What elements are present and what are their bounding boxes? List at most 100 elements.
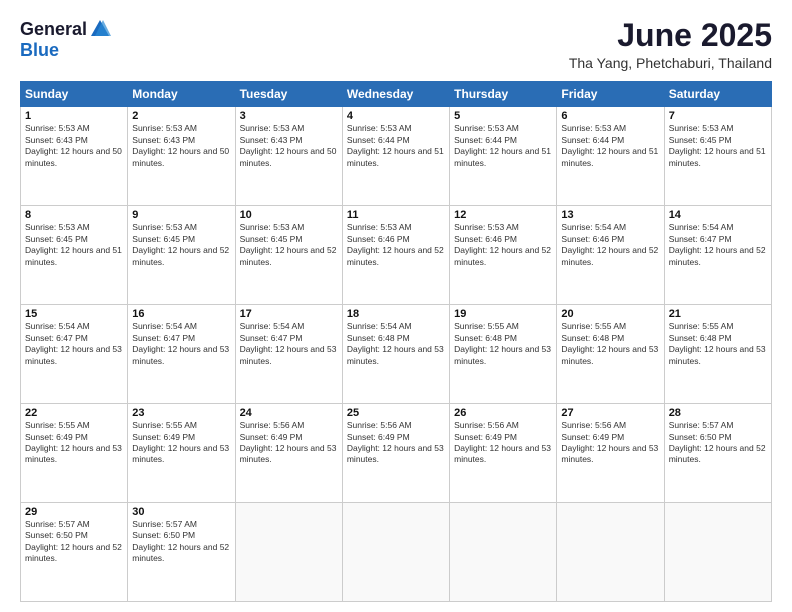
calendar-table: Sunday Monday Tuesday Wednesday Thursday…	[20, 81, 772, 602]
calendar-cell: 20 Sunrise: 5:55 AMSunset: 6:48 PMDaylig…	[557, 305, 664, 404]
calendar-cell: 21 Sunrise: 5:55 AMSunset: 6:48 PMDaylig…	[664, 305, 771, 404]
day-number: 21	[669, 308, 767, 320]
calendar-cell	[664, 503, 771, 602]
calendar-cell: 17 Sunrise: 5:54 AMSunset: 6:47 PMDaylig…	[235, 305, 342, 404]
day-number: 26	[454, 407, 552, 419]
day-number: 30	[132, 506, 230, 518]
day-info: Sunrise: 5:53 AMSunset: 6:46 PMDaylight:…	[347, 222, 445, 268]
day-info: Sunrise: 5:53 AMSunset: 6:45 PMDaylight:…	[25, 222, 123, 268]
day-number: 14	[669, 209, 767, 221]
day-number: 5	[454, 110, 552, 122]
calendar-cell: 4 Sunrise: 5:53 AMSunset: 6:44 PMDayligh…	[342, 107, 449, 206]
col-sunday: Sunday	[21, 82, 128, 107]
calendar-cell: 24 Sunrise: 5:56 AMSunset: 6:49 PMDaylig…	[235, 404, 342, 503]
header: General Blue June 2025 Tha Yang, Phetcha…	[20, 18, 772, 71]
calendar-cell: 23 Sunrise: 5:55 AMSunset: 6:49 PMDaylig…	[128, 404, 235, 503]
day-number: 24	[240, 407, 338, 419]
calendar-cell: 29 Sunrise: 5:57 AMSunset: 6:50 PMDaylig…	[21, 503, 128, 602]
day-number: 11	[347, 209, 445, 221]
calendar-cell: 14 Sunrise: 5:54 AMSunset: 6:47 PMDaylig…	[664, 206, 771, 305]
calendar-cell: 26 Sunrise: 5:56 AMSunset: 6:49 PMDaylig…	[450, 404, 557, 503]
day-number: 7	[669, 110, 767, 122]
day-info: Sunrise: 5:57 AMSunset: 6:50 PMDaylight:…	[669, 420, 767, 466]
col-friday: Friday	[557, 82, 664, 107]
calendar-cell: 18 Sunrise: 5:54 AMSunset: 6:48 PMDaylig…	[342, 305, 449, 404]
day-number: 13	[561, 209, 659, 221]
day-number: 23	[132, 407, 230, 419]
day-number: 25	[347, 407, 445, 419]
col-monday: Monday	[128, 82, 235, 107]
calendar-cell: 10 Sunrise: 5:53 AMSunset: 6:45 PMDaylig…	[235, 206, 342, 305]
day-info: Sunrise: 5:54 AMSunset: 6:47 PMDaylight:…	[669, 222, 767, 268]
col-tuesday: Tuesday	[235, 82, 342, 107]
day-info: Sunrise: 5:54 AMSunset: 6:47 PMDaylight:…	[25, 321, 123, 367]
calendar-cell: 1 Sunrise: 5:53 AMSunset: 6:43 PMDayligh…	[21, 107, 128, 206]
day-info: Sunrise: 5:55 AMSunset: 6:49 PMDaylight:…	[132, 420, 230, 466]
day-number: 1	[25, 110, 123, 122]
day-info: Sunrise: 5:55 AMSunset: 6:48 PMDaylight:…	[561, 321, 659, 367]
week-row-4: 22 Sunrise: 5:55 AMSunset: 6:49 PMDaylig…	[21, 404, 772, 503]
day-info: Sunrise: 5:55 AMSunset: 6:48 PMDaylight:…	[454, 321, 552, 367]
day-number: 28	[669, 407, 767, 419]
day-info: Sunrise: 5:53 AMSunset: 6:43 PMDaylight:…	[240, 123, 338, 169]
calendar-cell: 28 Sunrise: 5:57 AMSunset: 6:50 PMDaylig…	[664, 404, 771, 503]
calendar-cell: 15 Sunrise: 5:54 AMSunset: 6:47 PMDaylig…	[21, 305, 128, 404]
day-number: 20	[561, 308, 659, 320]
day-info: Sunrise: 5:53 AMSunset: 6:43 PMDaylight:…	[132, 123, 230, 169]
day-number: 10	[240, 209, 338, 221]
day-number: 15	[25, 308, 123, 320]
calendar-cell	[342, 503, 449, 602]
day-number: 2	[132, 110, 230, 122]
day-info: Sunrise: 5:53 AMSunset: 6:44 PMDaylight:…	[561, 123, 659, 169]
calendar-cell: 22 Sunrise: 5:55 AMSunset: 6:49 PMDaylig…	[21, 404, 128, 503]
day-info: Sunrise: 5:53 AMSunset: 6:45 PMDaylight:…	[132, 222, 230, 268]
calendar-cell: 6 Sunrise: 5:53 AMSunset: 6:44 PMDayligh…	[557, 107, 664, 206]
day-number: 6	[561, 110, 659, 122]
calendar-cell: 3 Sunrise: 5:53 AMSunset: 6:43 PMDayligh…	[235, 107, 342, 206]
day-info: Sunrise: 5:56 AMSunset: 6:49 PMDaylight:…	[240, 420, 338, 466]
day-info: Sunrise: 5:53 AMSunset: 6:44 PMDaylight:…	[347, 123, 445, 169]
calendar-cell	[557, 503, 664, 602]
day-info: Sunrise: 5:53 AMSunset: 6:46 PMDaylight:…	[454, 222, 552, 268]
calendar-cell: 12 Sunrise: 5:53 AMSunset: 6:46 PMDaylig…	[450, 206, 557, 305]
calendar-cell: 16 Sunrise: 5:54 AMSunset: 6:47 PMDaylig…	[128, 305, 235, 404]
day-info: Sunrise: 5:53 AMSunset: 6:45 PMDaylight:…	[669, 123, 767, 169]
day-number: 17	[240, 308, 338, 320]
calendar-cell: 11 Sunrise: 5:53 AMSunset: 6:46 PMDaylig…	[342, 206, 449, 305]
location: Tha Yang, Phetchaburi, Thailand	[569, 55, 772, 71]
day-info: Sunrise: 5:54 AMSunset: 6:47 PMDaylight:…	[240, 321, 338, 367]
day-info: Sunrise: 5:56 AMSunset: 6:49 PMDaylight:…	[454, 420, 552, 466]
day-info: Sunrise: 5:55 AMSunset: 6:49 PMDaylight:…	[25, 420, 123, 466]
calendar-cell: 7 Sunrise: 5:53 AMSunset: 6:45 PMDayligh…	[664, 107, 771, 206]
calendar-cell: 8 Sunrise: 5:53 AMSunset: 6:45 PMDayligh…	[21, 206, 128, 305]
calendar-cell: 13 Sunrise: 5:54 AMSunset: 6:46 PMDaylig…	[557, 206, 664, 305]
day-number: 12	[454, 209, 552, 221]
day-info: Sunrise: 5:54 AMSunset: 6:46 PMDaylight:…	[561, 222, 659, 268]
day-info: Sunrise: 5:56 AMSunset: 6:49 PMDaylight:…	[347, 420, 445, 466]
day-number: 22	[25, 407, 123, 419]
day-info: Sunrise: 5:53 AMSunset: 6:44 PMDaylight:…	[454, 123, 552, 169]
week-row-1: 1 Sunrise: 5:53 AMSunset: 6:43 PMDayligh…	[21, 107, 772, 206]
calendar-cell: 30 Sunrise: 5:57 AMSunset: 6:50 PMDaylig…	[128, 503, 235, 602]
day-number: 16	[132, 308, 230, 320]
day-info: Sunrise: 5:57 AMSunset: 6:50 PMDaylight:…	[132, 519, 230, 565]
calendar-header-row: Sunday Monday Tuesday Wednesday Thursday…	[21, 82, 772, 107]
day-number: 4	[347, 110, 445, 122]
calendar-cell: 2 Sunrise: 5:53 AMSunset: 6:43 PMDayligh…	[128, 107, 235, 206]
day-info: Sunrise: 5:54 AMSunset: 6:48 PMDaylight:…	[347, 321, 445, 367]
week-row-3: 15 Sunrise: 5:54 AMSunset: 6:47 PMDaylig…	[21, 305, 772, 404]
day-number: 27	[561, 407, 659, 419]
week-row-5: 29 Sunrise: 5:57 AMSunset: 6:50 PMDaylig…	[21, 503, 772, 602]
page: General Blue June 2025 Tha Yang, Phetcha…	[0, 0, 792, 612]
calendar-cell: 5 Sunrise: 5:53 AMSunset: 6:44 PMDayligh…	[450, 107, 557, 206]
day-info: Sunrise: 5:54 AMSunset: 6:47 PMDaylight:…	[132, 321, 230, 367]
day-number: 29	[25, 506, 123, 518]
week-row-2: 8 Sunrise: 5:53 AMSunset: 6:45 PMDayligh…	[21, 206, 772, 305]
day-info: Sunrise: 5:56 AMSunset: 6:49 PMDaylight:…	[561, 420, 659, 466]
day-info: Sunrise: 5:53 AMSunset: 6:43 PMDaylight:…	[25, 123, 123, 169]
calendar-cell: 19 Sunrise: 5:55 AMSunset: 6:48 PMDaylig…	[450, 305, 557, 404]
col-thursday: Thursday	[450, 82, 557, 107]
day-number: 8	[25, 209, 123, 221]
calendar-cell	[450, 503, 557, 602]
calendar-cell: 27 Sunrise: 5:56 AMSunset: 6:49 PMDaylig…	[557, 404, 664, 503]
